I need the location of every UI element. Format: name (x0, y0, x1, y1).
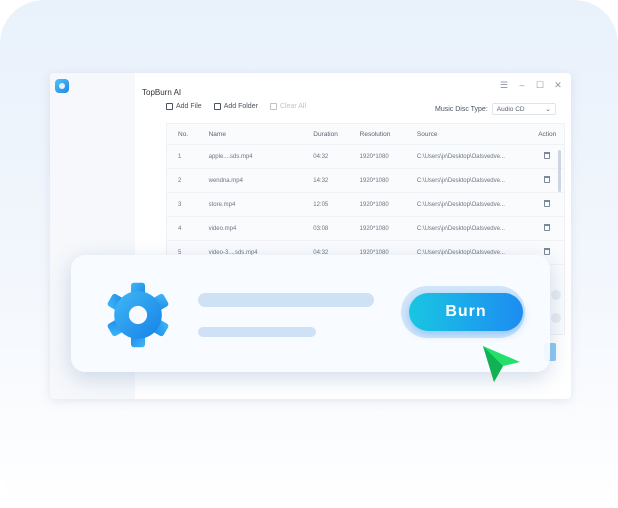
placeholder-bar-long (198, 293, 374, 307)
col-duration[interactable]: Duration (313, 131, 359, 138)
app-logo-icon (55, 79, 69, 93)
disc-type-select[interactable]: Audio CD ⌄ (491, 103, 556, 115)
disc-type-group: Music Disc Type: Audio CD ⌄ (435, 103, 556, 115)
cell-resolution: 1920*1080 (359, 201, 389, 208)
cell-duration: 04:32 (313, 153, 329, 160)
cell-name: apple....sds.mp4 (208, 153, 253, 160)
cell-source: C:\Users\jx\Desktop\Oalsvedve... (416, 153, 505, 160)
burn-button[interactable]: Burn (409, 293, 523, 331)
minimize-icon[interactable]: – (517, 79, 527, 91)
add-file-button[interactable]: Add File (166, 103, 202, 110)
menu-icon[interactable]: ☰ (499, 79, 509, 91)
cell-name: wendna.mp4 (208, 177, 243, 184)
add-file-label: Add File (176, 103, 202, 110)
col-action: Action (538, 130, 557, 138)
cell-duration: 12:05 (313, 201, 329, 208)
col-no[interactable]: No. (167, 131, 209, 138)
cursor-pointer-icon (483, 346, 520, 382)
cell-resolution: 1920*1080 (359, 225, 389, 232)
trash-icon[interactable] (544, 248, 551, 255)
cell-duration: 03:08 (313, 225, 329, 232)
cell-resolution: 1920*1080 (359, 177, 389, 184)
cell-source: C:\Users\jx\Desktop\Oalsvedve... (416, 177, 505, 184)
cell-no: 2 (178, 177, 182, 184)
cell-name: store.mp4 (208, 201, 236, 208)
cell-source: C:\Users\jx\Desktop\Oalsvedve... (416, 225, 505, 232)
table-row[interactable]: 2 wendna.mp4 14:32 1920*1080 C:\Users\jx… (167, 169, 564, 193)
hidden-control-a (551, 290, 561, 300)
toolbar: Add File Add Folder Clear All (166, 103, 306, 110)
col-name[interactable]: Name (209, 131, 314, 138)
add-folder-label: Add Folder (223, 103, 258, 110)
disc-type-value: Audio CD (496, 105, 525, 113)
maximize-icon[interactable]: ☐ (535, 79, 545, 91)
cell-action (530, 224, 564, 233)
close-icon[interactable]: ✕ (553, 79, 563, 91)
trash-icon[interactable] (544, 176, 551, 183)
folder-icon (213, 103, 221, 110)
trash-icon[interactable] (544, 200, 551, 207)
table-row[interactable]: 3 store.mp4 12:05 1920*1080 C:\Users\jx\… (167, 193, 564, 217)
cell-name: video.mp4 (208, 225, 237, 232)
cell-resolution: 1920*1080 (359, 153, 389, 160)
table-row[interactable]: 1 apple....sds.mp4 04:32 1920*1080 C:\Us… (167, 145, 564, 169)
cell-action (530, 200, 564, 209)
placeholder-bar-short (198, 327, 316, 337)
table-scrollbar[interactable] (558, 150, 561, 192)
gear-icon (107, 282, 169, 348)
trash-icon[interactable] (544, 224, 551, 231)
cell-no: 3 (178, 201, 182, 208)
table-row[interactable]: 4 video.mp4 03:08 1920*1080 C:\Users\jx\… (167, 217, 564, 241)
col-source[interactable]: Source (417, 131, 531, 138)
col-resolution[interactable]: Resolution (360, 131, 417, 138)
window-controls: ☰ – ☐ ✕ (499, 79, 563, 91)
chevron-down-icon: ⌄ (545, 106, 551, 113)
disc-type-label: Music Disc Type: (435, 105, 488, 113)
add-file-icon (166, 103, 173, 110)
trash-icon[interactable] (544, 152, 551, 159)
hidden-control-b (551, 313, 561, 323)
app-title: TopBurn AI (142, 88, 182, 97)
add-folder-button[interactable]: Add Folder (213, 103, 258, 110)
cell-duration: 14:32 (313, 177, 329, 184)
clear-icon (269, 103, 277, 110)
cell-no: 4 (178, 225, 182, 232)
burn-overlay-card: Burn (71, 255, 550, 372)
cell-source: C:\Users\jx\Desktop\Oalsvedve... (416, 201, 505, 208)
clear-all-label: Clear All (279, 103, 307, 110)
cell-no: 1 (178, 153, 182, 160)
table-header: No. Name Duration Resolution Source Acti… (167, 124, 564, 145)
clear-all-button[interactable]: Clear All (269, 103, 307, 110)
